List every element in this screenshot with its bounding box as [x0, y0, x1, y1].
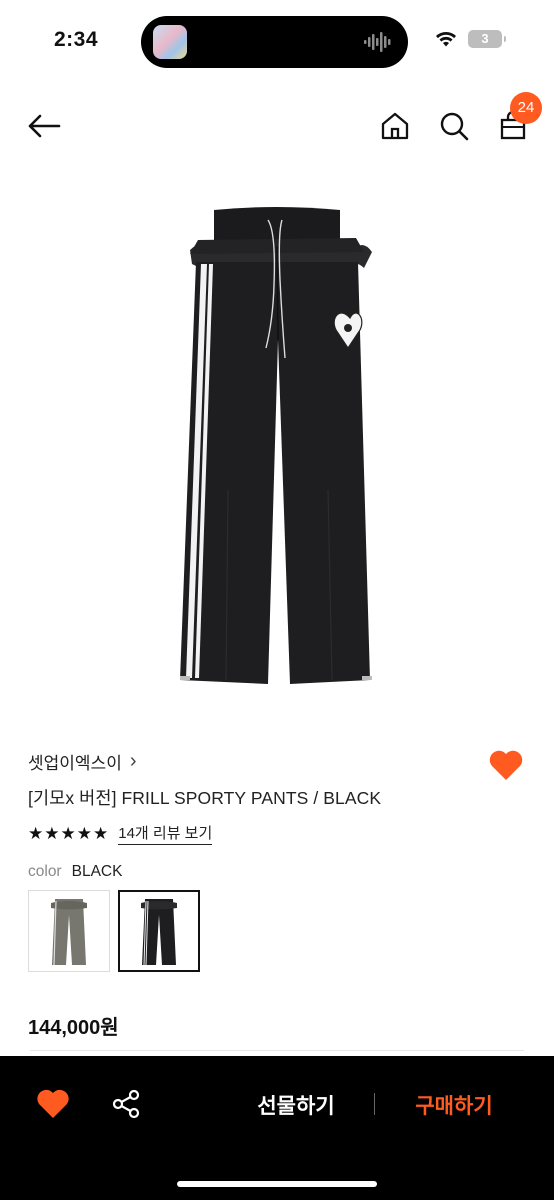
star-icon: ★: [60, 823, 76, 843]
status-bar: 2:34 3: [0, 0, 554, 84]
top-nav: [0, 90, 554, 162]
product-image[interactable]: [150, 190, 404, 690]
dynamic-island[interactable]: [141, 16, 408, 68]
home-indicator: [177, 1181, 377, 1187]
divider: [30, 1050, 524, 1051]
star-icon: ★: [93, 823, 109, 843]
rating-stars: ★ ★ ★ ★ ★: [28, 824, 108, 844]
star-icon: ★: [76, 823, 92, 843]
wishlist-heart-icon[interactable]: [488, 748, 524, 782]
search-button[interactable]: [436, 108, 472, 144]
share-icon[interactable]: [110, 1088, 142, 1120]
chevron-right-icon: ›: [129, 750, 137, 772]
star-icon: ★: [28, 823, 44, 843]
home-icon: [381, 112, 409, 140]
status-indicators: 3: [434, 30, 506, 48]
review-link[interactable]: 14개 리뷰 보기: [118, 822, 213, 845]
now-playing-thumbnail: [153, 25, 187, 59]
black-pants-thumbnail: [141, 899, 177, 966]
color-swatch-black[interactable]: [118, 890, 200, 972]
cart-count-badge: 24: [510, 92, 542, 124]
product-title: [기모x 버전] FRILL SPORTY PANTS / BLACK: [28, 788, 382, 808]
back-button[interactable]: [24, 108, 64, 144]
color-row: color BLACK: [28, 863, 122, 881]
audio-wave-icon: [364, 32, 391, 52]
buy-button[interactable]: 구매하기: [398, 1090, 510, 1120]
status-time: 2:34: [54, 28, 99, 51]
color-swatch-gray[interactable]: [28, 890, 110, 972]
rating-row: ★ ★ ★ ★ ★ 14개 리뷰 보기: [28, 822, 213, 845]
gray-pants-thumbnail: [51, 899, 87, 966]
color-label: color: [28, 863, 62, 880]
wifi-icon: [436, 32, 456, 47]
brand-name: 셋업이엑스이: [28, 754, 122, 773]
brand-link[interactable]: 셋업이엑스이 ›: [28, 749, 137, 774]
search-icon: [440, 112, 469, 141]
home-button[interactable]: [377, 108, 413, 144]
gift-button[interactable]: 선물하기: [240, 1090, 352, 1120]
separator: [374, 1093, 375, 1115]
star-icon: ★: [44, 823, 60, 843]
wishlist-heart-icon[interactable]: [36, 1088, 70, 1120]
product-price: 144,000원: [28, 1017, 119, 1039]
color-value: BLACK: [71, 863, 123, 880]
back-arrow-icon: [28, 114, 61, 138]
battery-icon: 3: [468, 30, 506, 48]
bottom-action-bar: 선물하기 구매하기: [0, 1056, 554, 1200]
